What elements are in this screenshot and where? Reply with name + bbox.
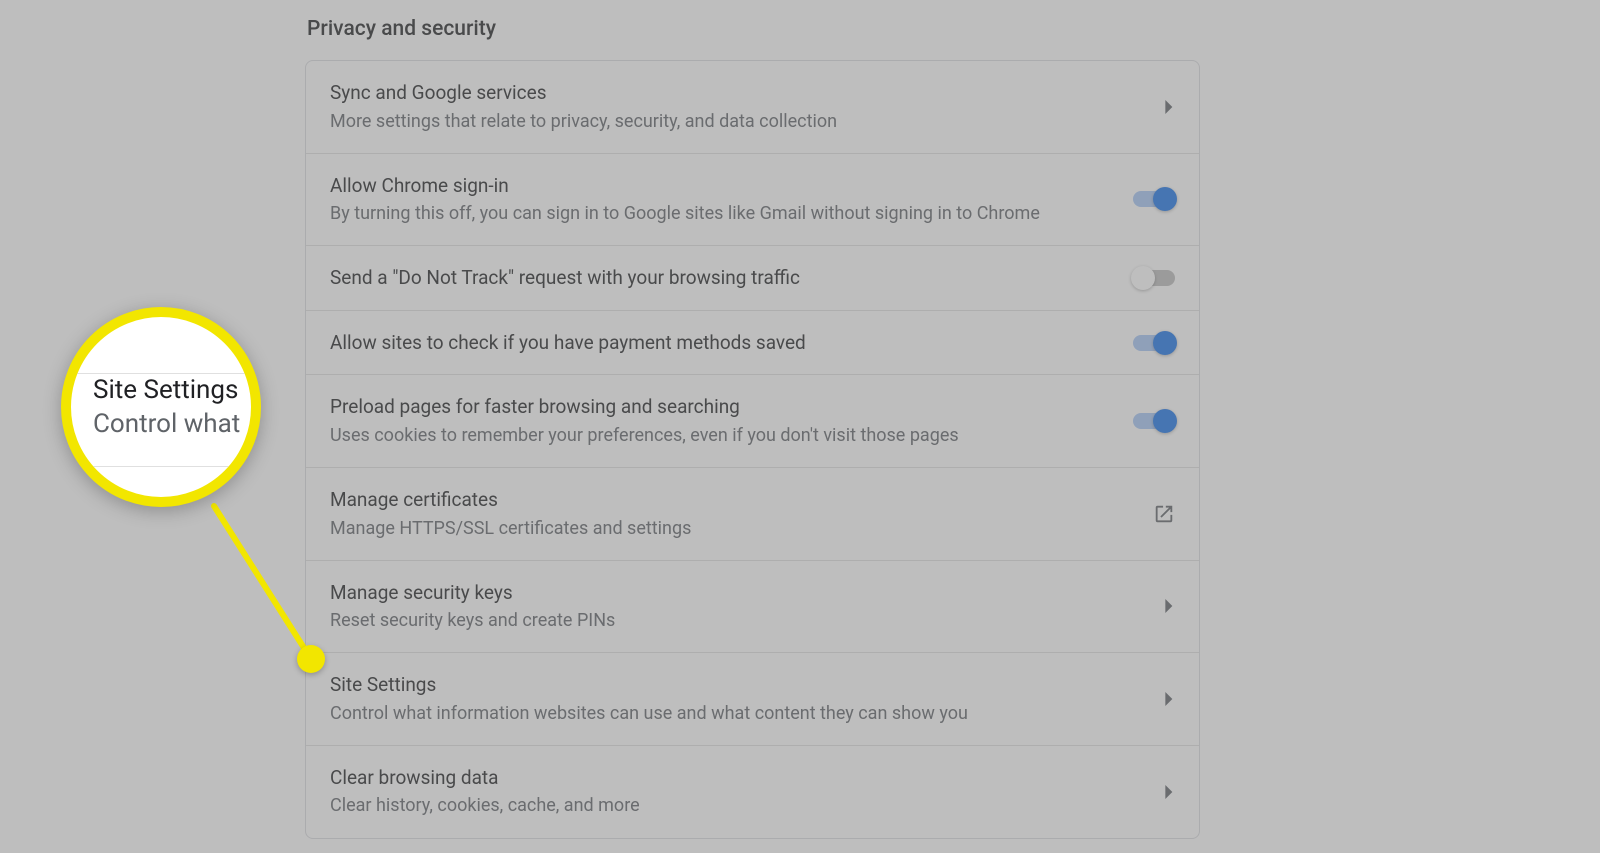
row-text: Manage security keys Reset security keys… (330, 579, 1165, 635)
row-title: Send a "Do Not Track" request with your … (330, 264, 1109, 292)
row-preload-pages: Preload pages for faster browsing and se… (306, 375, 1199, 468)
row-title: Sync and Google services (330, 79, 1141, 107)
chevron-right-icon (1165, 785, 1175, 799)
row-do-not-track: Send a "Do Not Track" request with your … (306, 246, 1199, 311)
privacy-card: Sync and Google services More settings t… (305, 60, 1200, 839)
callout-subtitle: Control what (93, 409, 251, 439)
settings-stage: Privacy and security Sync and Google ser… (0, 0, 1600, 853)
row-text: Preload pages for faster browsing and se… (330, 393, 1133, 449)
chevron-right-icon (1165, 692, 1175, 706)
toggle-payment-methods[interactable] (1133, 335, 1175, 351)
external-link-icon (1153, 503, 1175, 525)
row-subtitle: Reset security keys and create PINs (330, 608, 1141, 634)
row-subtitle: Manage HTTPS/SSL certificates and settin… (330, 516, 1129, 542)
row-title: Manage certificates (330, 486, 1129, 514)
row-text: Allow sites to check if you have payment… (330, 329, 1133, 357)
toggle-preload-pages[interactable] (1133, 413, 1175, 429)
callout-title: Site Settings (93, 375, 251, 405)
row-site-settings[interactable]: Site Settings Control what information w… (306, 653, 1199, 746)
row-subtitle: More settings that relate to privacy, se… (330, 109, 1141, 135)
row-title: Site Settings (330, 671, 1141, 699)
callout-pointer-dot (297, 645, 325, 673)
toggle-switch (1133, 335, 1175, 351)
row-title: Allow Chrome sign-in (330, 172, 1109, 200)
toggle-switch (1133, 191, 1175, 207)
row-subtitle: Clear history, cookies, cache, and more (330, 793, 1141, 819)
toggle-switch (1133, 270, 1175, 286)
row-subtitle: Uses cookies to remember your preference… (330, 423, 1109, 449)
row-subtitle: Control what information websites can us… (330, 701, 1141, 727)
row-title: Allow sites to check if you have payment… (330, 329, 1109, 357)
chevron-right-icon (1165, 599, 1175, 613)
row-title: Clear browsing data (330, 764, 1141, 792)
row-text: Site Settings Control what information w… (330, 671, 1165, 727)
toggle-do-not-track[interactable] (1133, 270, 1175, 286)
row-text: Manage certificates Manage HTTPS/SSL cer… (330, 486, 1153, 542)
row-title: Manage security keys (330, 579, 1141, 607)
row-text: Allow Chrome sign-in By turning this off… (330, 172, 1133, 228)
row-clear-browsing-data[interactable]: Clear browsing data Clear history, cooki… (306, 746, 1199, 838)
row-sync-google-services[interactable]: Sync and Google services More settings t… (306, 61, 1199, 154)
section-title: Privacy and security (307, 17, 496, 41)
row-manage-certificates[interactable]: Manage certificates Manage HTTPS/SSL cer… (306, 468, 1199, 561)
row-allow-chrome-signin: Allow Chrome sign-in By turning this off… (306, 154, 1199, 247)
row-subtitle: By turning this off, you can sign in to … (330, 201, 1109, 227)
row-text: Clear browsing data Clear history, cooki… (330, 764, 1165, 820)
toggle-allow-chrome-signin[interactable] (1133, 191, 1175, 207)
row-text: Send a "Do Not Track" request with your … (330, 264, 1133, 292)
row-manage-security-keys[interactable]: Manage security keys Reset security keys… (306, 561, 1199, 654)
row-payment-methods: Allow sites to check if you have payment… (306, 311, 1199, 376)
row-text: Sync and Google services More settings t… (330, 79, 1165, 135)
toggle-switch (1133, 413, 1175, 429)
chevron-right-icon (1165, 100, 1175, 114)
callout-magnifier: Site Settings Control what (61, 307, 261, 507)
row-title: Preload pages for faster browsing and se… (330, 393, 1109, 421)
